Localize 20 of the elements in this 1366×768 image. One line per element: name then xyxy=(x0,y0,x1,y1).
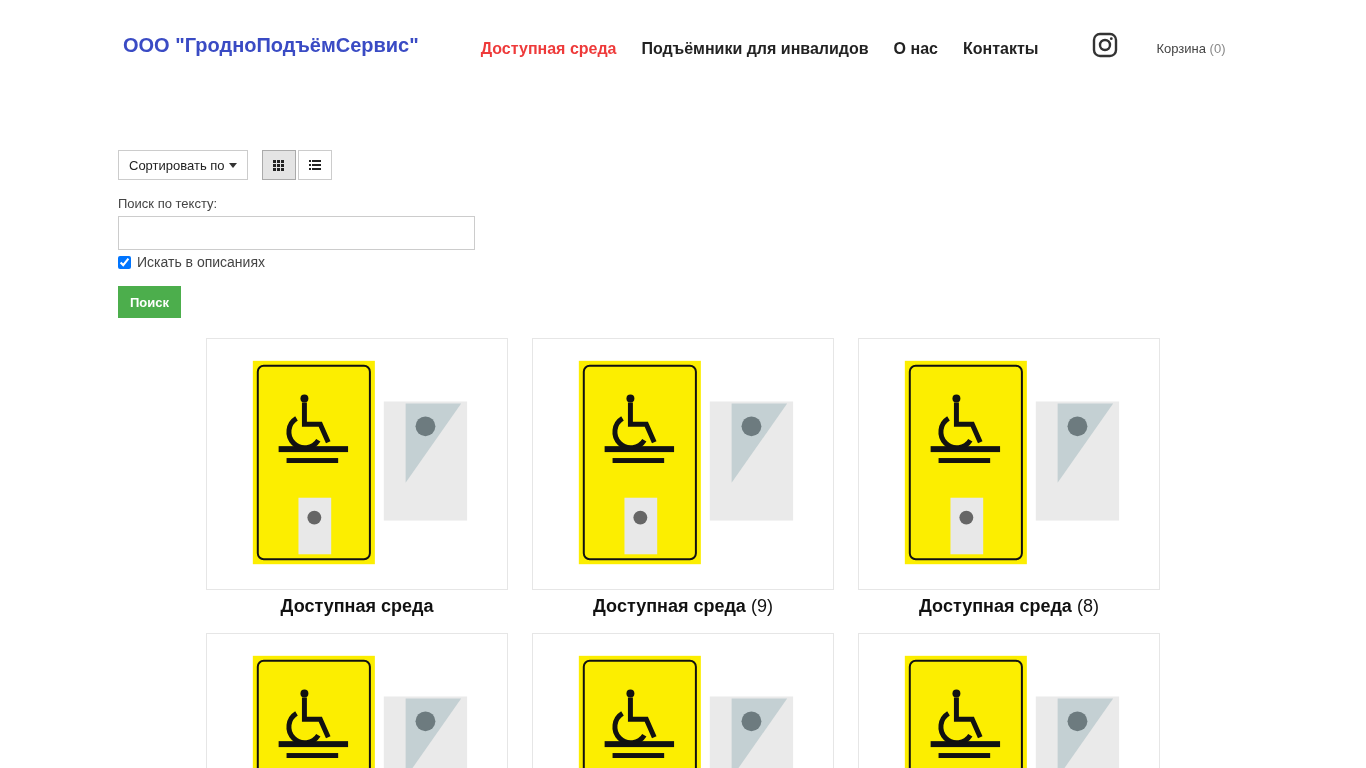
search-label: Поиск по тексту: xyxy=(118,196,219,211)
list-view-button[interactable] xyxy=(297,150,332,180)
search-field[interactable] xyxy=(118,216,475,250)
product-title[interactable]: Доступная среда (9) xyxy=(593,596,773,620)
nav-link[interactable]: Доступная среда xyxy=(480,40,617,58)
nav-link[interactable]: О нас xyxy=(893,40,938,58)
sort-dropdown[interactable]: Сортировать по xyxy=(118,150,248,180)
nav-link[interactable]: Подъёмники для инвалидов xyxy=(641,40,869,58)
cart-link[interactable]: Корзина (0) xyxy=(1156,41,1226,56)
description-checkbox[interactable] xyxy=(118,255,131,269)
grid-icon xyxy=(273,159,285,171)
product-title[interactable]: Доступная среда (8) xyxy=(919,596,1099,620)
camera-icon[interactable] xyxy=(1092,32,1119,58)
site-logo[interactable]: ООО "ГродноПодъёмСервис" xyxy=(123,34,419,57)
list-icon xyxy=(308,160,321,170)
product-title[interactable]: Доступная среда xyxy=(280,596,434,620)
nav-link[interactable]: Контакты xyxy=(962,40,1039,58)
grid-view-button[interactable] xyxy=(261,150,296,180)
caret-icon xyxy=(228,162,237,168)
checkbox-label: Искать в описаниях xyxy=(137,254,265,270)
